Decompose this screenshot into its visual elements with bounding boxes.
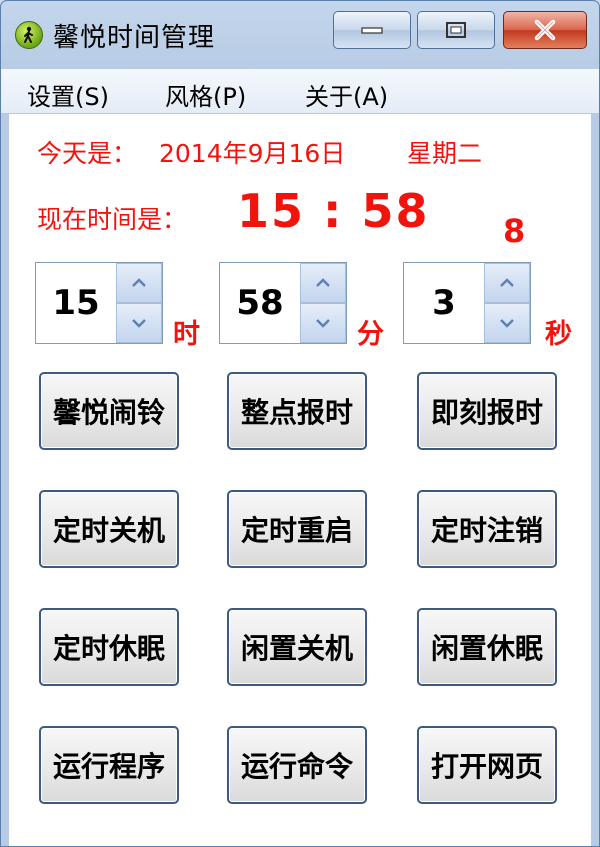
down-arrow-icon <box>316 319 330 328</box>
hour-value[interactable]: 15 <box>36 263 116 343</box>
maximize-icon <box>446 22 466 38</box>
minute-spinner: 58 <box>219 262 347 344</box>
close-icon <box>534 19 556 41</box>
hourly-chime-button[interactable]: 整点报时 <box>227 372 367 450</box>
current-seconds: 8 <box>503 212 526 250</box>
second-down-button[interactable] <box>484 303 530 343</box>
hour-spin-buttons <box>116 263 162 343</box>
app-window: 馨悦时间管理 设置(S) 风格(P) 关于(A) 今天是： 2014年9月16日… <box>0 0 600 847</box>
run-command-button[interactable]: 运行命令 <box>227 726 367 804</box>
today-date: 2014年9月16日 <box>159 139 346 168</box>
run-program-button[interactable]: 运行程序 <box>39 726 179 804</box>
main-panel: 今天是： 2014年9月16日 星期二 现在时间是： 15 : 58 8 15 … <box>9 114 591 846</box>
up-arrow-icon <box>316 278 330 287</box>
walking-person-icon <box>15 21 43 49</box>
minute-unit: 分 <box>357 319 384 350</box>
hour-unit: 时 <box>173 319 200 350</box>
open-webpage-button[interactable]: 打开网页 <box>417 726 557 804</box>
hour-spinner: 15 <box>35 262 163 344</box>
close-button[interactable] <box>503 11 587 49</box>
minute-value[interactable]: 58 <box>220 263 300 343</box>
title-bar[interactable]: 馨悦时间管理 <box>1 1 599 67</box>
minute-spin-buttons <box>300 263 346 343</box>
window-title: 馨悦时间管理 <box>53 23 216 53</box>
minimize-icon <box>361 27 383 34</box>
second-unit: 秒 <box>545 319 572 350</box>
second-spinner: 3 <box>403 262 531 344</box>
up-arrow-icon <box>500 278 514 287</box>
down-arrow-icon <box>500 319 514 328</box>
scheduled-shutdown-button[interactable]: 定时关机 <box>39 490 179 568</box>
second-up-button[interactable] <box>484 263 530 303</box>
second-spin-buttons <box>484 263 530 343</box>
up-arrow-icon <box>132 278 146 287</box>
maximize-button[interactable] <box>417 11 495 49</box>
weekday: 星期二 <box>407 139 483 168</box>
down-arrow-icon <box>132 319 146 328</box>
minimize-button[interactable] <box>333 11 411 49</box>
announce-time-now-button[interactable]: 即刻报时 <box>417 372 557 450</box>
idle-sleep-button[interactable]: 闲置休眠 <box>417 608 557 686</box>
alarm-button[interactable]: 馨悦闹铃 <box>39 372 179 450</box>
scheduled-sleep-button[interactable]: 定时休眠 <box>39 608 179 686</box>
idle-shutdown-button[interactable]: 闲置关机 <box>227 608 367 686</box>
scheduled-restart-button[interactable]: 定时重启 <box>227 490 367 568</box>
menu-style[interactable]: 风格(P) <box>165 77 246 112</box>
minute-down-button[interactable] <box>300 303 346 343</box>
minute-up-button[interactable] <box>300 263 346 303</box>
today-label: 今天是： <box>37 139 138 168</box>
hour-up-button[interactable] <box>116 263 162 303</box>
now-label: 现在时间是： <box>37 205 188 234</box>
scheduled-logoff-button[interactable]: 定时注销 <box>417 490 557 568</box>
menu-about[interactable]: 关于(A) <box>305 77 388 112</box>
current-time: 15 : 58 <box>237 184 430 238</box>
hour-down-button[interactable] <box>116 303 162 343</box>
menu-settings[interactable]: 设置(S) <box>27 77 109 112</box>
second-value[interactable]: 3 <box>404 263 484 343</box>
menu-bar: 设置(S) 风格(P) 关于(A) <box>1 69 599 114</box>
